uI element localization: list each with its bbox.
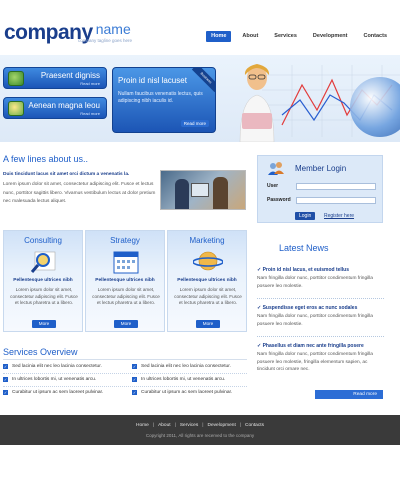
page-bottom [0, 445, 400, 489]
magnifier-icon [30, 251, 56, 273]
service-title: Marketing [189, 236, 225, 245]
read-more-link[interactable]: Read more [80, 111, 100, 116]
footer: Home | About | Services | Development | … [0, 415, 400, 445]
nav-about[interactable]: About [237, 31, 263, 42]
nav-contacts[interactable]: Contacts [358, 31, 392, 42]
about-heading: A few lines about us.. [3, 154, 89, 164]
news-item: ✓ Phasellus et diam nec ante fringilla p… [257, 343, 384, 374]
overview-item[interactable]: ✓ Sed lacinia elit nec leo lacinia consec… [3, 364, 102, 369]
news-divider [257, 298, 384, 299]
more-button[interactable]: More [196, 320, 220, 328]
service-title: Consulting [24, 236, 62, 245]
feature-title: Proin id nisl lacuset [118, 76, 187, 85]
footer-link-about[interactable]: About [158, 423, 171, 428]
footer-link-development[interactable]: Development [208, 423, 236, 428]
more-button[interactable]: More [32, 320, 56, 328]
overview-item[interactable]: ✓ In ultrices lobortis mi, ut venenatis a… [132, 377, 225, 382]
news-read-more[interactable]: Read more [315, 390, 383, 399]
banner-pill-title: Praesent digniss [40, 71, 100, 80]
service-text: Lorem ipsum dolor sit amet, consectetur … [92, 287, 160, 306]
feature-box: Business Proin id nisl lacuset Nullam fa… [112, 67, 216, 133]
overview-heading: Services Overview [3, 347, 78, 357]
news-item: ✓ Proin id nisl lacus, et euismod tellus… [257, 267, 384, 290]
news-text: Nam fringilla dolor nunc, porttitor cond… [257, 352, 373, 372]
nav-services[interactable]: Services [269, 31, 302, 42]
team-photo [160, 170, 246, 210]
feature-ribbon: Business [191, 68, 215, 93]
businesswoman-illustration [239, 64, 275, 142]
user-input[interactable] [296, 183, 376, 190]
news-heading: Latest News [279, 243, 329, 253]
nav-home[interactable]: Home [206, 31, 232, 42]
read-more-link[interactable]: Read more [80, 81, 100, 86]
footer-copyright: Copyright 2011, All rights are recerved … [145, 433, 255, 438]
footer-links: Home | About | Services | Development | … [0, 423, 400, 428]
overview-item[interactable]: ✓ In ultrices lobortis mi, ut venenatis a… [3, 377, 96, 382]
footer-separator: | [174, 423, 176, 428]
password-label: Password [267, 197, 291, 203]
calendar-icon [113, 251, 139, 274]
about-paragraph: Lorem ipsum dolor sit amet, consectetur … [3, 182, 156, 204]
overview-divider [3, 373, 247, 374]
footer-link-contacts[interactable]: Contacts [245, 423, 264, 428]
overview-item[interactable]: ✓ Sed lacinia elit nec leo lacinia consec… [132, 364, 231, 369]
service-text: Lorem ipsum dolor sit amet, consectetur … [174, 287, 242, 306]
logo-name: name [95, 21, 131, 37]
news-divider [257, 336, 384, 337]
service-subtitle: Pellentesque ultrices nibh [177, 278, 237, 283]
login-button[interactable]: Login [295, 212, 316, 220]
footer-link-home[interactable]: Home [136, 423, 149, 428]
member-login-box: Member Login User Password Login Registe… [257, 155, 383, 223]
overview-item[interactable]: ✓ Curabitur ut ipsum ac sem laoreet pulvi… [132, 390, 232, 395]
main-nav: Home About Services Development Contacts [206, 31, 392, 42]
nav-development[interactable]: Development [308, 31, 353, 42]
logo-tagline: company tagline goes here [78, 38, 133, 43]
password-input[interactable] [296, 197, 376, 204]
news-text: Nam fringilla dolor nunc, porttitor cond… [257, 276, 373, 289]
news-title[interactable]: ✓ Proin id nisl lacus, et euismod tellus [257, 267, 384, 273]
service-marketing: Marketing Pellentesque ultrices nibh Lor… [167, 230, 247, 332]
news-title[interactable]: ✓ Phasellus et diam nec ante fringilla p… [257, 343, 384, 349]
check-icon: ✓ [3, 364, 8, 369]
service-title: Strategy [110, 236, 140, 245]
more-button[interactable]: More [114, 320, 138, 328]
overview-divider [3, 359, 247, 360]
check-icon: ✓ [3, 377, 8, 382]
planet-icon [193, 251, 223, 271]
hero-banner: Praesent digniss Read more Aenean magna … [0, 55, 400, 142]
news-title[interactable]: ✓ Suspendisse eget eros ac nunc sodales [257, 305, 384, 311]
users-icon [268, 162, 284, 175]
banner-pill-1[interactable]: Praesent digniss Read more [3, 67, 107, 89]
register-link[interactable]: Register here [324, 213, 354, 219]
login-title: Member Login [295, 164, 347, 173]
service-subtitle: Pellentesque ultrices nibh [13, 278, 73, 283]
logo[interactable]: company name company tagline goes here [4, 21, 133, 43]
overview-divider [3, 386, 247, 387]
page: company name company tagline goes here H… [0, 0, 400, 489]
news-item: ✓ Suspendisse eget eros ac nunc sodales … [257, 305, 384, 328]
footer-separator: | [239, 423, 242, 428]
footer-separator: | [202, 423, 204, 428]
chart-icon [8, 71, 24, 86]
service-subtitle: Pellentesque ultrices nibh [95, 278, 155, 283]
footer-link-services[interactable]: Services [180, 423, 198, 428]
service-text: Lorem ipsum dolor sit amet, consectetur … [10, 287, 78, 306]
check-icon: ✓ [3, 390, 8, 395]
service-strategy: Strategy Pellentesque ultrices nibh Lore… [85, 230, 165, 332]
money-icon [8, 101, 24, 116]
feature-text: Nullam faucibus venenatis lectus, quis a… [118, 91, 203, 104]
footer-separator: | [152, 423, 155, 428]
service-consulting: Consulting Pellentesque ultrices nibh Lo… [3, 230, 83, 332]
news-text: Nam fringilla dolor nunc, porttitor cond… [257, 314, 373, 327]
check-icon: ✓ [132, 364, 137, 369]
banner-pill-2[interactable]: Aenean magna leou Read more [3, 97, 107, 119]
user-label: User [267, 183, 279, 189]
banner-pill-title: Aenean magna leou [28, 101, 100, 110]
overview-item[interactable]: ✓ Curabitur ut ipsum ac sem laoreet pulvi… [3, 390, 103, 395]
check-icon: ✓ [132, 377, 137, 382]
check-icon: ✓ [132, 390, 137, 395]
about-lead: Duis tincidunt lacus sit amet orci dictu… [3, 172, 130, 177]
feature-read-more[interactable]: Read more [180, 120, 209, 127]
